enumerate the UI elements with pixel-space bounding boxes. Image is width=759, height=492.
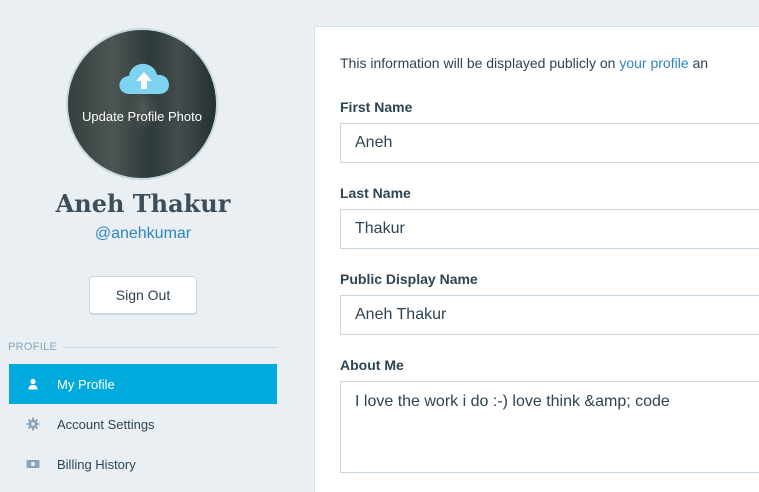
sidebar-item-label: Account Settings (57, 416, 155, 432)
section-divider (63, 346, 277, 348)
display-name-label: Public Display Name (340, 271, 478, 287)
credit-card-icon (9, 459, 57, 469)
cloud-upload-icon (119, 63, 169, 94)
about-me-label: About Me (340, 357, 404, 373)
gear-icon (9, 417, 57, 431)
form-intro: This information will be displayed publi… (340, 55, 708, 71)
profile-photo-uploader[interactable]: Update Profile Photo (66, 28, 218, 180)
user-handle-link[interactable]: @anehkumar (0, 225, 286, 243)
sidebar-item-my-profile[interactable]: My Profile (9, 364, 277, 404)
first-name-field[interactable] (340, 123, 759, 163)
sidebar-item-billing-history[interactable]: Billing History (9, 444, 277, 484)
profile-sidebar: Update Profile Photo Aneh Thakur @anehku… (0, 0, 290, 492)
about-me-field[interactable]: I love the work i do :-) love think &amp… (340, 381, 759, 473)
sidebar-item-label: Billing History (57, 456, 136, 472)
last-name-field[interactable] (340, 209, 759, 249)
intro-text: This information will be displayed publi… (340, 55, 620, 71)
sidebar-section-header: PROFILE (8, 341, 277, 353)
first-name-label: First Name (340, 99, 413, 115)
profile-form-card: This information will be displayed publi… (315, 27, 759, 492)
display-name-field[interactable] (340, 295, 759, 335)
update-photo-label: Update Profile Photo (82, 109, 202, 124)
sidebar-item-account-settings[interactable]: Account Settings (9, 404, 277, 444)
user-display-name: Aneh Thakur (55, 189, 231, 218)
person-icon (9, 378, 57, 390)
last-name-label: Last Name (340, 185, 411, 201)
section-title: PROFILE (8, 341, 58, 353)
your-profile-link[interactable]: your profile (619, 55, 688, 71)
sign-out-button[interactable]: Sign Out (89, 276, 197, 315)
sidebar-item-label: My Profile (57, 376, 115, 392)
intro-tail: an (688, 55, 709, 71)
